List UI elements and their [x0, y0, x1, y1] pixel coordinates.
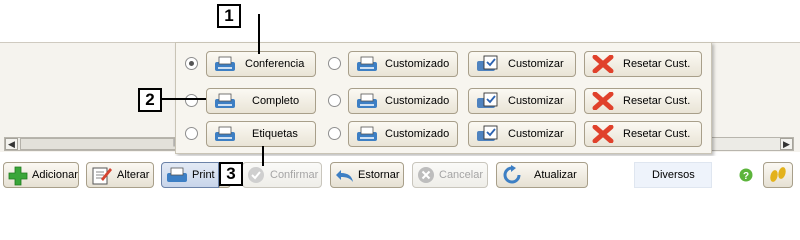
- callout-2: 2: [138, 88, 162, 112]
- customizado-button[interactable]: Customizado: [348, 121, 458, 147]
- printer-icon: [215, 126, 235, 141]
- print-option-row: Conferencia Customizado Customizar Reset…: [176, 50, 713, 78]
- confirm-check-icon: [248, 167, 264, 183]
- radio-customizado[interactable]: [328, 57, 341, 70]
- print-completo-button[interactable]: Completo: [206, 88, 316, 114]
- cancelar-button[interactable]: Cancelar: [412, 162, 488, 188]
- radio-conferencia[interactable]: [185, 57, 198, 70]
- customize-printer-icon: [477, 55, 498, 71]
- help-icon[interactable]: ?: [739, 168, 753, 182]
- resetar-cust-button[interactable]: Resetar Cust.: [584, 51, 702, 77]
- resetar-cust-button[interactable]: Resetar Cust.: [584, 121, 702, 147]
- customize-printer-icon: [477, 125, 498, 141]
- cancel-x-icon: [418, 167, 434, 183]
- print-option-row: Etiquetas Customizado Customizar Resetar…: [176, 120, 713, 148]
- confirmar-button[interactable]: Confirmar: [242, 162, 322, 188]
- plus-icon: [8, 166, 28, 186]
- printer-icon: [357, 126, 377, 141]
- print-option-row: Completo Customizado Customizar Resetar …: [176, 87, 713, 115]
- resetar-cust-button[interactable]: Resetar Cust.: [584, 88, 702, 114]
- reset-x-icon: [592, 125, 614, 143]
- estornar-button[interactable]: Estornar: [330, 162, 404, 188]
- printer-icon: [215, 56, 235, 71]
- printer-icon: [215, 93, 235, 108]
- alterar-button[interactable]: Alterar: [86, 162, 154, 188]
- reset-x-icon: [592, 55, 614, 73]
- customize-printer-icon: [477, 92, 498, 108]
- radio-etiquetas[interactable]: [185, 127, 198, 140]
- reset-x-icon: [592, 92, 614, 110]
- callout-connector: [258, 14, 260, 54]
- print-options-popup: Conferencia Customizado Customizar Reset…: [175, 42, 712, 154]
- print-button[interactable]: Print: [161, 162, 219, 188]
- radio-customizado[interactable]: [328, 127, 341, 140]
- diversos-menu[interactable]: Diversos: [634, 162, 712, 188]
- footprints-icon: [770, 167, 786, 182]
- printer-icon: [357, 56, 377, 71]
- scroll-right-arrow-icon[interactable]: ▶: [780, 138, 793, 150]
- refresh-icon: [503, 165, 521, 184]
- atualizar-button[interactable]: Atualizar: [496, 162, 588, 188]
- print-conferencia-button[interactable]: Conferencia: [206, 51, 316, 77]
- callout-1: 1: [217, 4, 241, 28]
- printer-icon: [357, 93, 377, 108]
- edit-document-icon: [92, 167, 112, 185]
- footprints-button[interactable]: [763, 162, 793, 188]
- radio-customizado[interactable]: [328, 94, 341, 107]
- bottom-toolbar: Adicionar Alterar Print ▼ Confirmar Esto…: [0, 156, 800, 208]
- customizado-button[interactable]: Customizado: [348, 88, 458, 114]
- callout-connector: [262, 146, 264, 166]
- scroll-left-arrow-icon[interactable]: ◀: [5, 138, 18, 150]
- svg-text:?: ?: [743, 171, 749, 182]
- callout-3: 3: [219, 162, 243, 186]
- customizar-button[interactable]: Customizar: [468, 121, 576, 147]
- undo-arrow-icon: [336, 170, 353, 182]
- printer-icon: [167, 167, 187, 182]
- callout-connector: [160, 98, 206, 100]
- customizar-button[interactable]: Customizar: [468, 51, 576, 77]
- radio-completo[interactable]: [185, 94, 198, 107]
- adicionar-button[interactable]: Adicionar: [3, 162, 79, 188]
- customizado-button[interactable]: Customizado: [348, 51, 458, 77]
- print-etiquetas-button[interactable]: Etiquetas: [206, 121, 316, 147]
- customizar-button[interactable]: Customizar: [468, 88, 576, 114]
